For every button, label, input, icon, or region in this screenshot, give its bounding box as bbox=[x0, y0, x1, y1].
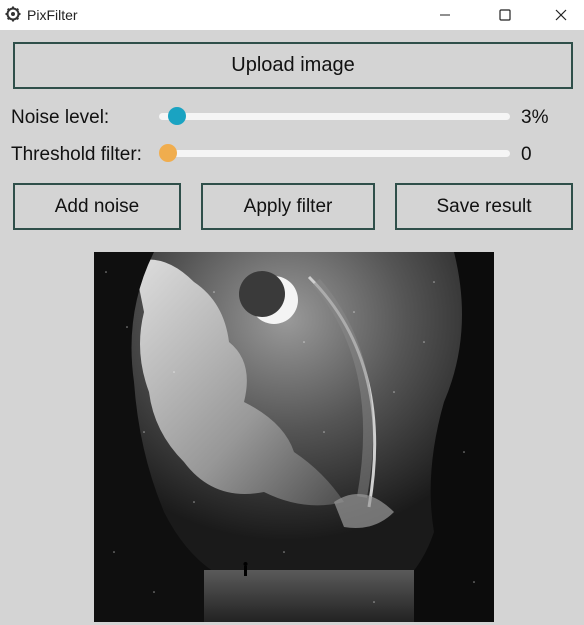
threshold-filter-slider-thumb[interactable] bbox=[158, 144, 177, 162]
noise-level-slider[interactable] bbox=[159, 107, 510, 125]
maximize-button[interactable] bbox=[482, 0, 528, 30]
apply-filter-button[interactable]: Apply filter bbox=[201, 183, 375, 230]
window-title: PixFilter bbox=[27, 7, 78, 23]
noise-level-label: Noise level: bbox=[11, 107, 110, 128]
result-image bbox=[94, 252, 494, 622]
noise-level-slider-thumb[interactable] bbox=[167, 107, 186, 125]
upload-image-button[interactable]: Upload image bbox=[13, 42, 573, 89]
noise-level-value: 3% bbox=[521, 107, 549, 128]
threshold-filter-slider[interactable] bbox=[158, 144, 510, 162]
title-bar: PixFilter bbox=[0, 0, 584, 30]
threshold-filter-value: 0 bbox=[521, 144, 532, 165]
gear-icon bbox=[5, 6, 21, 22]
save-result-button[interactable]: Save result bbox=[395, 183, 573, 230]
add-noise-button[interactable]: Add noise bbox=[13, 183, 181, 230]
maximize-icon bbox=[499, 9, 511, 21]
minimize-icon bbox=[440, 14, 450, 16]
close-icon bbox=[555, 9, 567, 21]
threshold-filter-label: Threshold filter: bbox=[11, 144, 142, 165]
minimize-button[interactable] bbox=[422, 0, 468, 30]
close-button[interactable] bbox=[538, 0, 584, 30]
